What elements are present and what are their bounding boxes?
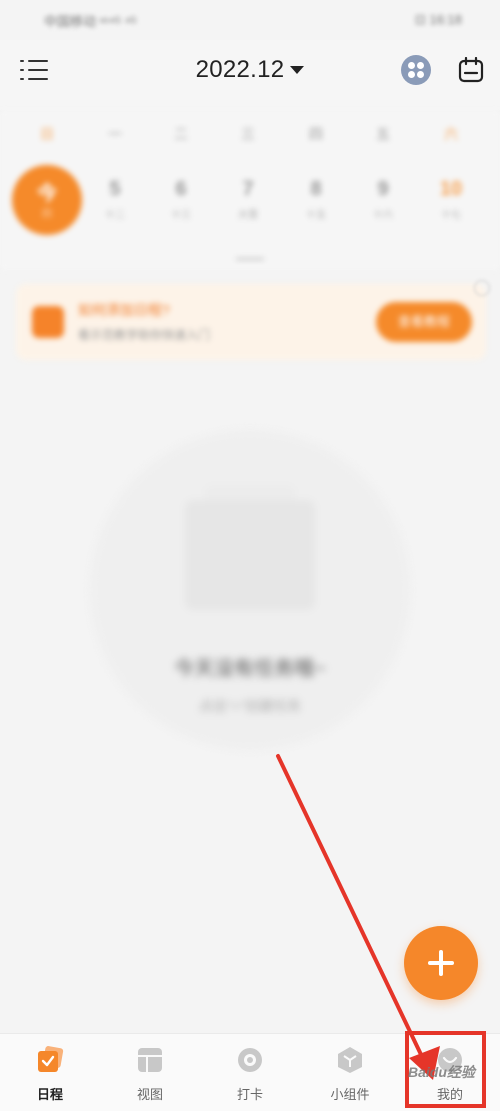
watermark: Baidu经验 bbox=[408, 1064, 475, 1080]
annotation-arrow bbox=[276, 754, 440, 1080]
